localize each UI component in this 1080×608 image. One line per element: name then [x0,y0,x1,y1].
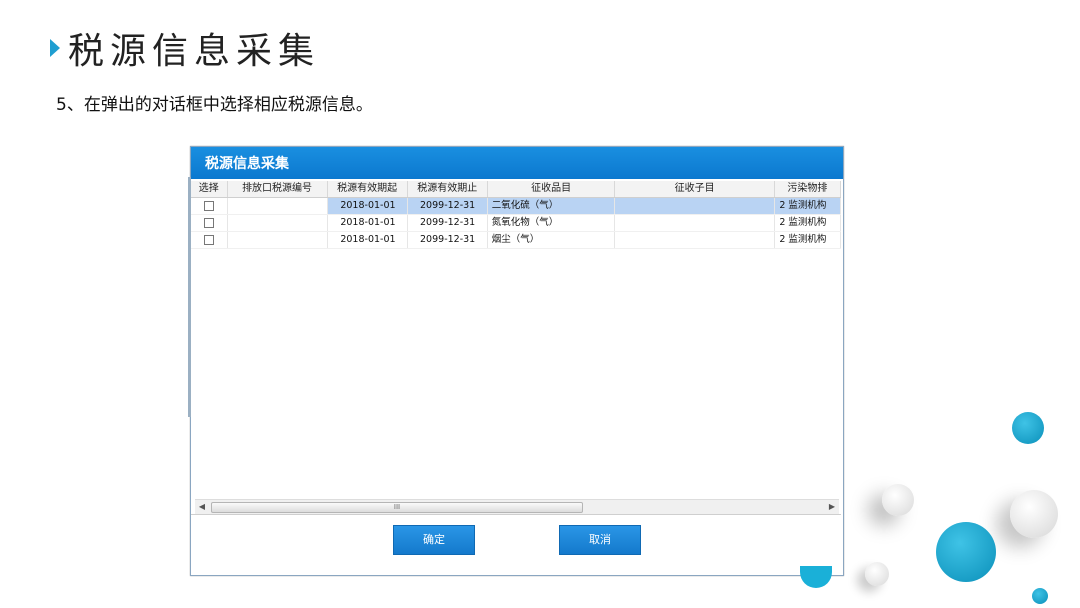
triangle-marker-icon [50,39,60,57]
decor-circle [1032,588,1048,604]
cancel-button[interactable]: 取消 [559,525,641,555]
pollutant-cell: 2 监测机构 [775,232,842,248]
col-pollutant[interactable]: 污染物排 [775,181,842,197]
col-outlet-id[interactable]: 排放口税源编号 [228,181,328,197]
outlet-id-cell [228,215,329,231]
decor-circle [1010,490,1058,538]
pollutant-cell: 2 监测机构 [775,198,842,214]
decor-circle [882,484,914,516]
col-end-date[interactable]: 税源有效期止 [408,181,488,197]
item-cell: 二氧化硫（气） [487,198,616,214]
ok-button[interactable]: 确定 [393,525,475,555]
slide-title-text: 税源信息采集 [68,31,321,72]
table-row[interactable]: 2018-01-01 2099-12-31 二氧化硫（气） 2 监测机构 [191,198,842,215]
footer-divider [191,514,841,515]
start-date-cell: 2018-01-01 [328,215,409,231]
grid-header: 选择 排放口税源编号 税源有效期起 税源有效期止 征收品目 征收子目 污染物排 [191,181,842,198]
col-item[interactable]: 征收品目 [488,181,616,197]
slide-title: 税源信息采集 [50,26,320,72]
col-start-date[interactable]: 税源有效期起 [328,181,408,197]
col-select[interactable]: 选择 [191,181,228,197]
decor-circle [800,566,832,588]
decor-circle [865,562,889,586]
tax-source-dialog: 税源信息采集 选择 排放口税源编号 税源有效期起 税源有效期止 征收品目 征收子… [188,146,844,576]
decor-circle [936,522,996,582]
grid-rows: 2018-01-01 2099-12-31 二氧化硫（气） 2 监测机构 201… [191,198,842,249]
dialog-title: 税源信息采集 [205,156,289,172]
start-date-cell: 2018-01-01 [328,198,409,214]
slide-step-text: 5、在弹出的对话框中选择相应税源信息。 [56,95,373,115]
row-checkbox[interactable] [203,201,214,211]
end-date-cell: 2099-12-31 [408,198,488,214]
end-date-cell: 2099-12-31 [408,215,488,231]
dialog-titlebar: 税源信息采集 [191,147,843,179]
table-row[interactable]: 2018-01-01 2099-12-31 烟尘（气） 2 监测机构 [191,232,842,249]
col-sub-item[interactable]: 征收子目 [615,181,775,197]
sub-item-cell [615,215,776,231]
row-checkbox[interactable] [203,235,214,245]
sub-item-cell [615,232,776,248]
table-row[interactable]: 2018-01-01 2099-12-31 氮氧化物（气） 2 监测机构 [191,215,842,232]
item-cell: 烟尘（气） [488,232,616,248]
start-date-cell: 2018-01-01 [328,232,409,248]
scroll-right-icon[interactable]: ▶ [825,500,839,514]
end-date-cell: 2099-12-31 [408,232,488,248]
item-cell: 氮氧化物（气） [488,215,616,231]
row-checkbox[interactable] [203,218,214,228]
decor-circle [1012,412,1044,444]
horizontal-scrollbar[interactable]: ◀ III ▶ [195,499,839,515]
pollutant-cell: 2 监测机构 [775,215,842,231]
scroll-left-icon[interactable]: ◀ [195,500,209,514]
outlet-id-cell [228,232,329,248]
sub-item-cell [615,198,776,214]
scroll-thumb[interactable]: III [211,502,583,513]
outlet-id-cell [228,198,329,214]
